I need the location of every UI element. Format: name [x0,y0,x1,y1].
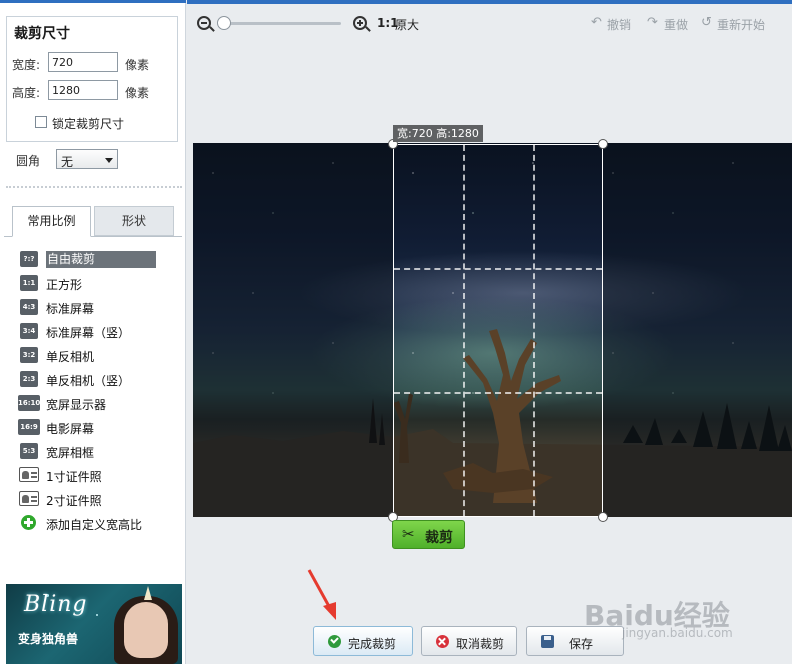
undo-button[interactable]: 撤销 [607,16,631,33]
ratio-label: 宽屏相框 [46,446,95,460]
width-label: 宽度: [12,58,41,72]
width-row: 宽度: 像素 [12,52,172,74]
plus-circle-icon [21,515,36,530]
left-panel-top-border [0,0,186,3]
grid-line-vertical [533,145,535,516]
ratio-item-16-9[interactable]: 16:9 电影屏幕 [18,418,178,438]
crop-size-tag: 宽:720 高:1280 [393,125,483,142]
crop-selection-box[interactable] [393,144,603,517]
ratio-item-16-10[interactable]: 16:10 宽屏显示器 [18,394,178,414]
unicorn-horn-icon [144,586,152,600]
ratio-label: 单反相机 [46,350,95,364]
red-arrow-annotation [307,569,336,620]
ratio-label: 2寸证件照 [46,494,102,508]
height-unit: 像素 [125,86,150,100]
ratio-item-5-3[interactable]: 5:3 宽屏相框 [18,442,178,462]
toolbar-top-border [187,0,792,4]
crop-handle-top-right[interactable] [598,139,608,149]
ratio-item-3-4[interactable]: 3:4 标准屏幕（竖） [18,322,178,342]
left-panel: 裁剪尺寸 宽度: 像素 高度: 像素 锁定裁剪尺寸 圆角 无 常用比例 形状 ?… [0,0,186,664]
redo-button[interactable]: 重做 [664,16,688,33]
ratio-item-free[interactable]: ?:? 自由裁剪 [18,250,178,270]
height-input[interactable] [48,80,118,100]
lock-size-label: 锁定裁剪尺寸 [52,117,125,131]
ratio-label: 添加自定义宽高比 [46,518,143,532]
ratio-label: 电影屏幕 [46,422,95,436]
height-label: 高度: [12,86,41,100]
ratio-item-add-custom[interactable]: 添加自定义宽高比 [18,514,178,534]
restart-icon[interactable]: ↺ [701,16,715,30]
crop-button-label: 裁剪 [425,530,453,546]
grid-line-horizontal [394,268,602,270]
ratio-4-3-icon: 4:3 [20,299,38,315]
ad-title: Bling [24,592,88,617]
toolbar: 1:1 原大 ↶ 撤销 ↷ 重做 ↺ 重新开始 [187,0,792,42]
lock-size-checkbox[interactable] [35,116,47,128]
chevron-down-icon [105,158,113,163]
cancel-crop-button[interactable]: 取消裁剪 [421,626,517,656]
width-unit: 像素 [125,58,150,72]
zoom-slider-knob[interactable] [217,16,231,30]
crop-size-title: 裁剪尺寸 [14,26,70,42]
ad-banner[interactable]: Bling 变身独角兽 [6,584,182,664]
ratio-2-3-icon: 2:3 [20,371,38,387]
check-circle-icon [328,635,341,648]
ratio-1-1-icon: 1:1 [20,275,38,291]
height-row: 高度: 像素 [12,80,172,102]
restart-button[interactable]: 重新开始 [717,16,765,33]
ratio-16-10-icon: 16:10 [18,395,40,411]
crop-size-box: 裁剪尺寸 宽度: 像素 高度: 像素 锁定裁剪尺寸 [6,16,178,142]
ratio-label: 标准屏幕 [46,302,95,316]
ad-subtitle: 变身独角兽 [18,632,79,646]
ratio-item-2-3[interactable]: 2:3 单反相机（竖） [18,370,178,390]
crop-mask-right [603,143,792,517]
floppy-disk-icon [541,635,554,648]
watermark-url: jingyan.baidu.com [622,626,733,640]
ratio-item-id-1inch[interactable]: 1寸证件照 [18,466,178,486]
ratio-16-9-icon: 16:9 [18,419,40,435]
zoom-in-icon[interactable] [353,16,371,32]
ratio-3-4-icon: 3:4 [20,323,38,339]
ratio-label: 宽屏显示器 [46,398,107,412]
ratio-label: 单反相机（竖） [46,374,131,388]
undo-icon[interactable]: ↶ [591,16,605,30]
ratio-5-3-icon: 5:3 [20,443,38,459]
redo-icon[interactable]: ↷ [647,16,661,30]
original-size-button[interactable]: 原大 [395,16,419,33]
scissors-icon: ✂ [402,525,415,543]
ratio-label: 标准屏幕（竖） [46,326,131,340]
crop-mask-left [193,143,393,517]
ratio-item-4-3[interactable]: 4:3 标准屏幕 [18,298,178,318]
ratio-label: 自由裁剪 [46,251,156,268]
width-input[interactable] [48,52,118,72]
crop-handle-bottom-right[interactable] [598,512,608,522]
tab-shapes[interactable]: 形状 [94,206,174,236]
zoom-slider[interactable] [223,22,341,25]
ratio-item-1-1[interactable]: 1:1 正方形 [18,274,178,294]
ratio-item-3-2[interactable]: 3:2 单反相机 [18,346,178,366]
crop-button[interactable]: ✂ 裁剪 [392,520,465,549]
sparkle-decoration [96,614,98,616]
close-circle-icon [436,635,449,648]
id-card-icon [19,467,39,482]
id-card-icon [19,491,39,506]
cancel-crop-label: 取消裁剪 [456,637,505,651]
ratio-3-2-icon: 3:2 [20,347,38,363]
grid-line-vertical [463,145,465,516]
ratio-label: 1寸证件照 [46,470,102,484]
finish-crop-button[interactable]: 完成裁剪 [313,626,413,656]
zoom-out-icon[interactable] [197,16,215,32]
ad-model-face [124,602,168,658]
ratio-label: 正方形 [46,278,83,292]
watermark: Baidu经验 jingyan.baidu.com [584,594,784,646]
ratio-item-id-2inch[interactable]: 2寸证件照 [18,490,178,510]
finish-crop-label: 完成裁剪 [348,637,397,651]
grid-line-horizontal [394,392,602,394]
ratio-free-icon: ?:? [20,251,38,267]
corner-radius-label: 圆角 [16,154,41,168]
tab-common-ratios[interactable]: 常用比例 [12,206,91,237]
corner-radius-value: 无 [61,155,74,169]
corner-radius-select[interactable]: 无 [56,149,118,169]
dotted-divider [6,186,182,188]
